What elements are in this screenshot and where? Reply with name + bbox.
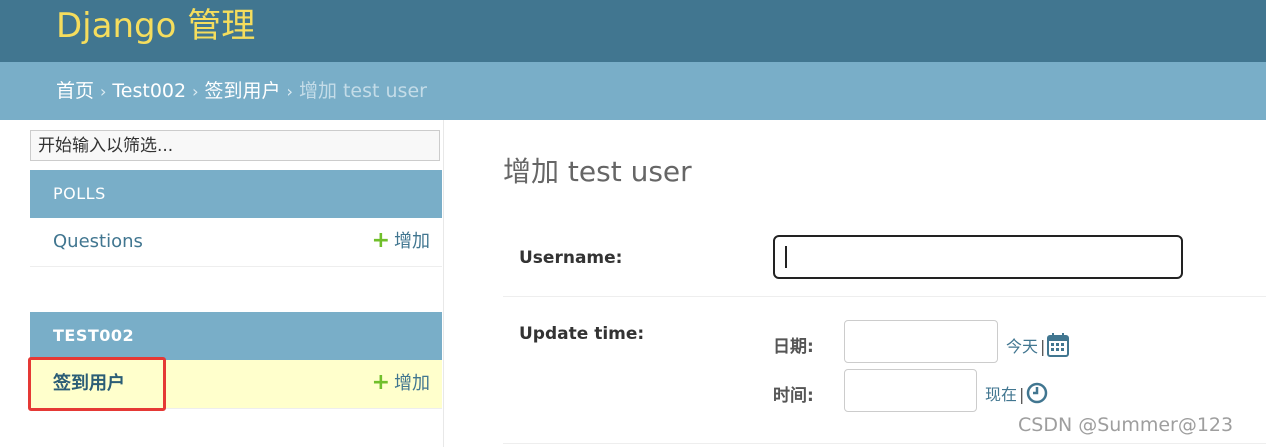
username-label: Username: xyxy=(519,248,623,268)
shortcut-separator: | xyxy=(1019,385,1025,404)
module-header-polls[interactable]: POLLS xyxy=(30,170,442,218)
checkin-users-add-link[interactable]: + 增加 xyxy=(372,372,430,395)
sidebar-item-questions: Questions + 增加 xyxy=(30,218,442,267)
sidebar-filter-input[interactable]: 开始输入以筛选... xyxy=(30,130,440,161)
clock-icon[interactable] xyxy=(1026,382,1048,409)
site-header: Django 管理 xyxy=(0,0,1266,62)
date-input[interactable] xyxy=(844,320,998,363)
watermark: CSDN @Summer@123 xyxy=(1018,414,1234,436)
add-plus-icon: + xyxy=(371,228,390,253)
module-header-test002[interactable]: TEST002 xyxy=(30,312,442,360)
breadcrumb-separator: › xyxy=(286,82,293,101)
calendar-icon[interactable] xyxy=(1047,333,1070,362)
add-label: 增加 xyxy=(394,231,430,252)
text-caret xyxy=(785,246,787,268)
breadcrumb-separator: › xyxy=(192,82,199,101)
add-label: 增加 xyxy=(394,373,430,394)
breadcrumb-app[interactable]: Test002 xyxy=(112,80,186,102)
breadcrumb-separator: › xyxy=(100,82,107,101)
now-link[interactable]: 现在 xyxy=(985,385,1017,404)
time-input[interactable] xyxy=(844,369,977,412)
breadcrumb-model[interactable]: 签到用户 xyxy=(205,80,281,102)
date-shortcuts: 今天 | xyxy=(1006,333,1070,362)
time-label: 时间: xyxy=(773,386,814,406)
date-label: 日期: xyxy=(773,337,814,357)
page-title: 增加 test user xyxy=(503,155,692,188)
time-shortcuts: 现在 | xyxy=(985,382,1048,409)
today-link[interactable]: 今天 xyxy=(1006,337,1038,356)
breadcrumb-current: 增加 test user xyxy=(298,80,427,102)
sidebar-item-questions-link[interactable]: Questions xyxy=(53,231,143,253)
username-input[interactable] xyxy=(773,235,1183,279)
site-brand[interactable]: Django 管理 xyxy=(56,6,255,46)
update-time-label: Update time: xyxy=(519,324,645,344)
breadcrumb: 首页 › Test002 › 签到用户 › 增加 test user xyxy=(0,62,1266,120)
shortcut-separator: | xyxy=(1040,337,1046,356)
breadcrumb-home[interactable]: 首页 xyxy=(56,80,94,102)
questions-add-link[interactable]: + 增加 xyxy=(372,230,430,253)
annotation-highlight-box xyxy=(28,357,166,411)
add-plus-icon: + xyxy=(371,370,390,395)
form-row-username: Username: xyxy=(503,235,1266,297)
